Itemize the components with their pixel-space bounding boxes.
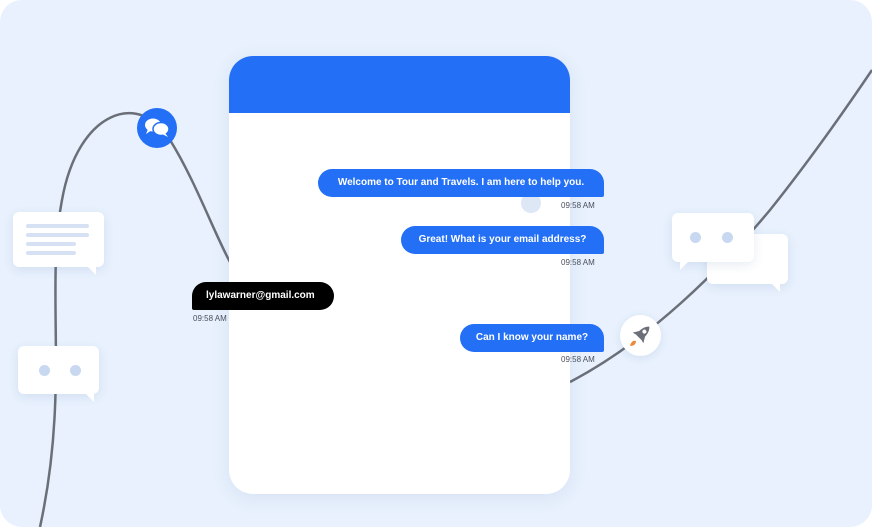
message-time: 09:58 AM [561,355,595,364]
text-line [26,224,89,228]
dot [70,365,81,376]
card-tail [88,267,96,275]
dot [722,232,733,243]
message-time: 09:58 AM [193,314,227,323]
message-card-left-top [13,212,104,267]
message-card-left-bottom [18,346,99,394]
bot-message-bubble: Great! What is your email address? [401,226,604,254]
rocket-icon [620,315,661,356]
card-tail [680,262,688,270]
message-time: 09:58 AM [561,258,595,267]
message-card-right-front [672,213,754,262]
text-line [26,233,89,237]
chat-header [229,56,570,113]
card-tail [772,284,780,292]
dot [690,232,701,243]
message-time: 09:58 AM [561,201,595,210]
dot [39,365,50,376]
bot-message-bubble: Welcome to Tour and Travels. I am here t… [318,169,604,197]
text-line [26,251,76,255]
text-line [26,242,76,246]
chat-bubbles-icon [137,108,177,148]
chat-window [229,56,570,494]
card-tail [86,394,94,402]
illustration-canvas: Welcome to Tour and Travels. I am here t… [0,0,872,527]
user-message-bubble: lylawarner@gmail.com [192,282,334,310]
bot-message-bubble: Can I know your name? [460,324,604,352]
